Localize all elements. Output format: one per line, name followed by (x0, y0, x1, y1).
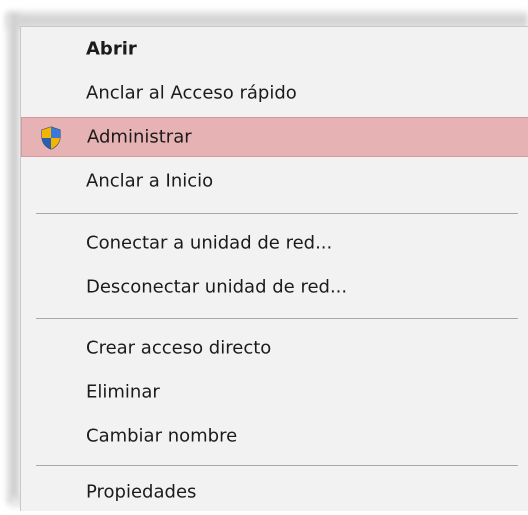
menu-item-label: Desconectar unidad de red... (86, 276, 348, 298)
menu-item-map-network-drive[interactable]: Conectar a unidad de red... (21, 223, 528, 263)
menu-item-label: Administrar (87, 126, 192, 148)
menu-item-manage[interactable]: Administrar (21, 117, 528, 157)
menu-item-label: Eliminar (86, 381, 160, 403)
menu-item-pin-start[interactable]: Anclar a Inicio (21, 161, 528, 201)
menu-item-delete[interactable]: Eliminar (21, 372, 528, 412)
menu-item-label: Cambiar nombre (86, 425, 238, 447)
menu-separator (36, 465, 518, 466)
menu-item-open[interactable]: Abrir (21, 29, 528, 69)
menu-separator (36, 318, 518, 319)
menu-item-pin-quick-access[interactable]: Anclar al Acceso rápido (21, 73, 528, 113)
menu-item-properties[interactable]: Propiedades (21, 472, 528, 512)
menu-item-disconnect-network-drive[interactable]: Desconectar unidad de red... (21, 267, 528, 307)
menu-shadow-left (6, 14, 20, 504)
menu-item-label: Propiedades (86, 481, 197, 503)
menu-item-label: Anclar a Inicio (86, 170, 214, 192)
menu-separator (36, 213, 518, 214)
menu-item-label: Crear acceso directo (86, 337, 272, 359)
menu-item-label: Anclar al Acceso rápido (86, 82, 297, 104)
uac-shield-icon (41, 126, 61, 150)
context-menu: Abrir Anclar al Acceso rápido Administra… (20, 26, 528, 511)
menu-item-label: Conectar a unidad de red... (86, 232, 333, 254)
menu-item-rename[interactable]: Cambiar nombre (21, 416, 528, 456)
menu-item-label: Abrir (86, 38, 137, 60)
screenshot-stage: Abrir Anclar al Acceso rápido Administra… (0, 0, 528, 515)
menu-item-create-shortcut[interactable]: Crear acceso directo (21, 328, 528, 368)
